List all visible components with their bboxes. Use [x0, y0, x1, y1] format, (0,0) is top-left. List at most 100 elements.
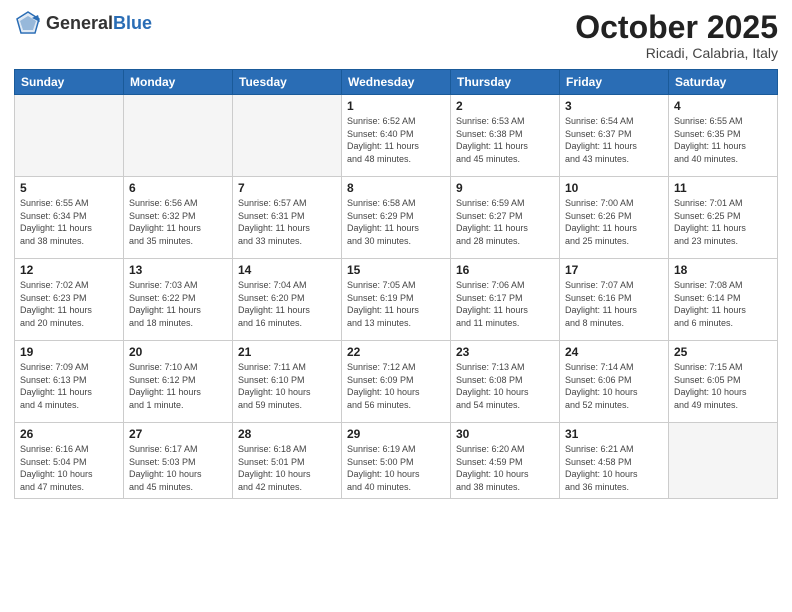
day-number: 11: [674, 181, 772, 195]
calendar-cell: 17Sunrise: 7:07 AM Sunset: 6:16 PM Dayli…: [560, 259, 669, 341]
calendar-cell: 6Sunrise: 6:56 AM Sunset: 6:32 PM Daylig…: [124, 177, 233, 259]
calendar-cell: 1 Sunrise: 6:52 AM Sunset: 6:40 PM Daylig…: [342, 95, 451, 177]
location: Ricadi, Calabria, Italy: [575, 45, 778, 61]
calendar-week-5: 26Sunrise: 6:16 AM Sunset: 5:04 PM Dayli…: [15, 423, 778, 499]
calendar-cell: 28 Sunrise: 6:18 AM Sunset: 5:01 PM Dayli…: [233, 423, 342, 499]
day-info: Sunrise: 7:14 AM Sunset: 6:06 PM Dayligh…: [565, 361, 663, 411]
day-info: Sunrise: 7:10 AM Sunset: 6:12 PM Dayligh…: [129, 361, 227, 411]
day-number: 3: [565, 99, 663, 113]
weekday-header-saturday: Saturday: [669, 70, 778, 95]
title-block: October 2025 Ricadi, Calabria, Italy: [575, 10, 778, 61]
day-info: Sunrise: 6:16 AM Sunset: 5:04 PM Dayligh…: [20, 443, 118, 493]
day-info: Sunrise: 6:56 AM Sunset: 6:32 PM Dayligh…: [129, 197, 227, 247]
calendar-week-1: 1 Sunrise: 6:52 AM Sunset: 6:40 PM Daylig…: [15, 95, 778, 177]
calendar-cell: 22 Sunrise: 7:12 AM Sunset: 6:09 PM Dayli…: [342, 341, 451, 423]
calendar-cell: 10Sunrise: 7:00 AM Sunset: 6:26 PM Dayli…: [560, 177, 669, 259]
calendar-cell: 18 Sunrise: 7:08 AM Sunset: 6:14 PM Dayli…: [669, 259, 778, 341]
day-info: Sunrise: 7:05 AM Sunset: 6:19 PM Dayligh…: [347, 279, 445, 329]
calendar-cell: [669, 423, 778, 499]
day-info: Sunrise: 6:20 AM Sunset: 4:59 PM Dayligh…: [456, 443, 554, 493]
calendar-cell: 11Sunrise: 7:01 AM Sunset: 6:25 PM Dayli…: [669, 177, 778, 259]
calendar-cell: 9 Sunrise: 6:59 AM Sunset: 6:27 PM Daylig…: [451, 177, 560, 259]
day-number: 10: [565, 181, 663, 195]
calendar-cell: 15 Sunrise: 7:05 AM Sunset: 6:19 PM Dayli…: [342, 259, 451, 341]
day-info: Sunrise: 7:15 AM Sunset: 6:05 PM Dayligh…: [674, 361, 772, 411]
calendar-cell: 21 Sunrise: 7:11 AM Sunset: 6:10 PM Dayli…: [233, 341, 342, 423]
day-number: 13: [129, 263, 227, 277]
day-info: Sunrise: 7:04 AM Sunset: 6:20 PM Dayligh…: [238, 279, 336, 329]
weekday-header-row: SundayMondayTuesdayWednesdayThursdayFrid…: [15, 70, 778, 95]
day-info: Sunrise: 7:09 AM Sunset: 6:13 PM Dayligh…: [20, 361, 118, 411]
calendar-cell: 13Sunrise: 7:03 AM Sunset: 6:22 PM Dayli…: [124, 259, 233, 341]
day-number: 19: [20, 345, 118, 359]
day-info: Sunrise: 7:12 AM Sunset: 6:09 PM Dayligh…: [347, 361, 445, 411]
day-number: 1: [347, 99, 445, 113]
day-info: Sunrise: 7:11 AM Sunset: 6:10 PM Dayligh…: [238, 361, 336, 411]
day-info: Sunrise: 7:08 AM Sunset: 6:14 PM Dayligh…: [674, 279, 772, 329]
calendar-cell: 7 Sunrise: 6:57 AM Sunset: 6:31 PM Daylig…: [233, 177, 342, 259]
calendar-cell: [124, 95, 233, 177]
calendar-cell: 5Sunrise: 6:55 AM Sunset: 6:34 PM Daylig…: [15, 177, 124, 259]
weekday-header-wednesday: Wednesday: [342, 70, 451, 95]
day-info: Sunrise: 6:21 AM Sunset: 4:58 PM Dayligh…: [565, 443, 663, 493]
day-info: Sunrise: 6:19 AM Sunset: 5:00 PM Dayligh…: [347, 443, 445, 493]
calendar-cell: [15, 95, 124, 177]
calendar-cell: 14Sunrise: 7:04 AM Sunset: 6:20 PM Dayli…: [233, 259, 342, 341]
calendar-cell: 25Sunrise: 7:15 AM Sunset: 6:05 PM Dayli…: [669, 341, 778, 423]
day-number: 22: [347, 345, 445, 359]
calendar-cell: 20Sunrise: 7:10 AM Sunset: 6:12 PM Dayli…: [124, 341, 233, 423]
day-number: 4: [674, 99, 772, 113]
day-number: 21: [238, 345, 336, 359]
logo-blue: Blue: [113, 13, 152, 33]
day-info: Sunrise: 6:17 AM Sunset: 5:03 PM Dayligh…: [129, 443, 227, 493]
calendar-cell: 8Sunrise: 6:58 AM Sunset: 6:29 PM Daylig…: [342, 177, 451, 259]
day-number: 30: [456, 427, 554, 441]
calendar-week-3: 12Sunrise: 7:02 AM Sunset: 6:23 PM Dayli…: [15, 259, 778, 341]
calendar-cell: 19 Sunrise: 7:09 AM Sunset: 6:13 PM Dayli…: [15, 341, 124, 423]
calendar-cell: [233, 95, 342, 177]
day-info: Sunrise: 7:13 AM Sunset: 6:08 PM Dayligh…: [456, 361, 554, 411]
day-number: 15: [347, 263, 445, 277]
day-number: 5: [20, 181, 118, 195]
day-info: Sunrise: 6:54 AM Sunset: 6:37 PM Dayligh…: [565, 115, 663, 165]
calendar-cell: 30 Sunrise: 6:20 AM Sunset: 4:59 PM Dayli…: [451, 423, 560, 499]
day-number: 27: [129, 427, 227, 441]
calendar: SundayMondayTuesdayWednesdayThursdayFrid…: [14, 69, 778, 499]
calendar-cell: 2 Sunrise: 6:53 AM Sunset: 6:38 PM Daylig…: [451, 95, 560, 177]
day-number: 9: [456, 181, 554, 195]
day-number: 28: [238, 427, 336, 441]
weekday-header-friday: Friday: [560, 70, 669, 95]
day-number: 18: [674, 263, 772, 277]
day-info: Sunrise: 6:53 AM Sunset: 6:38 PM Dayligh…: [456, 115, 554, 165]
weekday-header-tuesday: Tuesday: [233, 70, 342, 95]
calendar-week-2: 5Sunrise: 6:55 AM Sunset: 6:34 PM Daylig…: [15, 177, 778, 259]
day-info: Sunrise: 6:55 AM Sunset: 6:35 PM Dayligh…: [674, 115, 772, 165]
calendar-cell: 12Sunrise: 7:02 AM Sunset: 6:23 PM Dayli…: [15, 259, 124, 341]
day-info: Sunrise: 6:18 AM Sunset: 5:01 PM Dayligh…: [238, 443, 336, 493]
day-number: 23: [456, 345, 554, 359]
day-number: 2: [456, 99, 554, 113]
day-number: 7: [238, 181, 336, 195]
weekday-header-sunday: Sunday: [15, 70, 124, 95]
weekday-header-thursday: Thursday: [451, 70, 560, 95]
calendar-cell: 29Sunrise: 6:19 AM Sunset: 5:00 PM Dayli…: [342, 423, 451, 499]
logo-text: GeneralBlue: [46, 14, 152, 34]
day-info: Sunrise: 7:02 AM Sunset: 6:23 PM Dayligh…: [20, 279, 118, 329]
page: GeneralBlue October 2025 Ricadi, Calabri…: [0, 0, 792, 612]
logo-general: General: [46, 13, 113, 33]
calendar-cell: 4 Sunrise: 6:55 AM Sunset: 6:35 PM Daylig…: [669, 95, 778, 177]
day-info: Sunrise: 6:57 AM Sunset: 6:31 PM Dayligh…: [238, 197, 336, 247]
day-number: 17: [565, 263, 663, 277]
month-title: October 2025: [575, 10, 778, 45]
calendar-cell: 23 Sunrise: 7:13 AM Sunset: 6:08 PM Dayli…: [451, 341, 560, 423]
day-info: Sunrise: 6:52 AM Sunset: 6:40 PM Dayligh…: [347, 115, 445, 165]
calendar-cell: 27 Sunrise: 6:17 AM Sunset: 5:03 PM Dayli…: [124, 423, 233, 499]
calendar-cell: 24Sunrise: 7:14 AM Sunset: 6:06 PM Dayli…: [560, 341, 669, 423]
day-number: 8: [347, 181, 445, 195]
calendar-cell: 26Sunrise: 6:16 AM Sunset: 5:04 PM Dayli…: [15, 423, 124, 499]
calendar-week-4: 19 Sunrise: 7:09 AM Sunset: 6:13 PM Dayli…: [15, 341, 778, 423]
day-info: Sunrise: 7:06 AM Sunset: 6:17 PM Dayligh…: [456, 279, 554, 329]
header: GeneralBlue October 2025 Ricadi, Calabri…: [14, 10, 778, 61]
day-info: Sunrise: 6:59 AM Sunset: 6:27 PM Dayligh…: [456, 197, 554, 247]
calendar-cell: 3 Sunrise: 6:54 AM Sunset: 6:37 PM Daylig…: [560, 95, 669, 177]
